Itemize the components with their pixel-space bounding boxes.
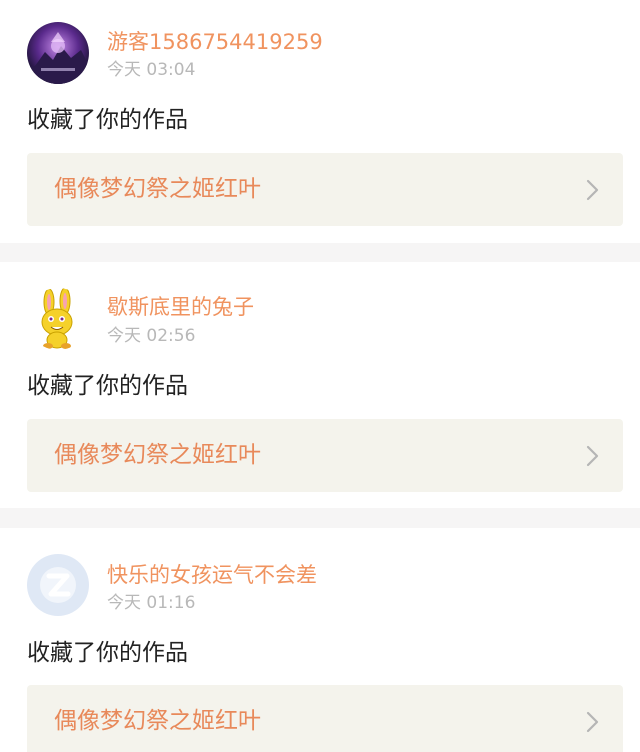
chevron-right-icon <box>581 710 603 734</box>
yellow-rabbit-avatar-icon <box>27 288 89 350</box>
work-link[interactable]: 偶像梦幻祭之姬红叶 <box>27 685 623 752</box>
action-text: 收藏了你的作品 <box>27 640 188 666</box>
notification-feed: 游客1586754419259 今天 03:04 收藏了你的作品 偶像梦幻祭之姬… <box>0 0 640 752</box>
username[interactable]: 游客1586754419259 <box>107 29 323 55</box>
timestamp: 今天 03:04 <box>107 60 196 80</box>
avatar[interactable] <box>27 288 89 350</box>
notification-card: 游客1586754419259 今天 03:04 收藏了你的作品 偶像梦幻祭之姬… <box>0 0 640 243</box>
avatar[interactable] <box>27 554 89 616</box>
work-link[interactable]: 偶像梦幻祭之姬红叶 <box>27 419 623 492</box>
chevron-right-icon <box>581 178 603 202</box>
work-title: 偶像梦幻祭之姬红叶 <box>54 442 261 468</box>
timestamp: 今天 01:16 <box>107 593 196 613</box>
username[interactable]: 快乐的女孩运气不会差 <box>107 562 317 588</box>
action-text: 收藏了你的作品 <box>27 373 188 399</box>
action-text: 收藏了你的作品 <box>27 107 188 133</box>
work-link[interactable]: 偶像梦幻祭之姬红叶 <box>27 153 623 226</box>
notification-card: 歇斯底里的兔子 今天 02:56 收藏了你的作品 偶像梦幻祭之姬红叶 <box>0 262 640 508</box>
work-title: 偶像梦幻祭之姬红叶 <box>54 708 261 734</box>
avatar[interactable] <box>27 22 89 84</box>
timestamp: 今天 02:56 <box>107 326 196 346</box>
work-title: 偶像梦幻祭之姬红叶 <box>54 176 261 202</box>
purple-fantasy-avatar-icon <box>27 22 89 84</box>
default-qq-avatar-icon <box>27 554 89 616</box>
notification-card: 快乐的女孩运气不会差 今天 01:16 收藏了你的作品 偶像梦幻祭之姬红叶 <box>0 528 640 752</box>
chevron-right-icon <box>581 444 603 468</box>
username[interactable]: 歇斯底里的兔子 <box>107 294 254 320</box>
